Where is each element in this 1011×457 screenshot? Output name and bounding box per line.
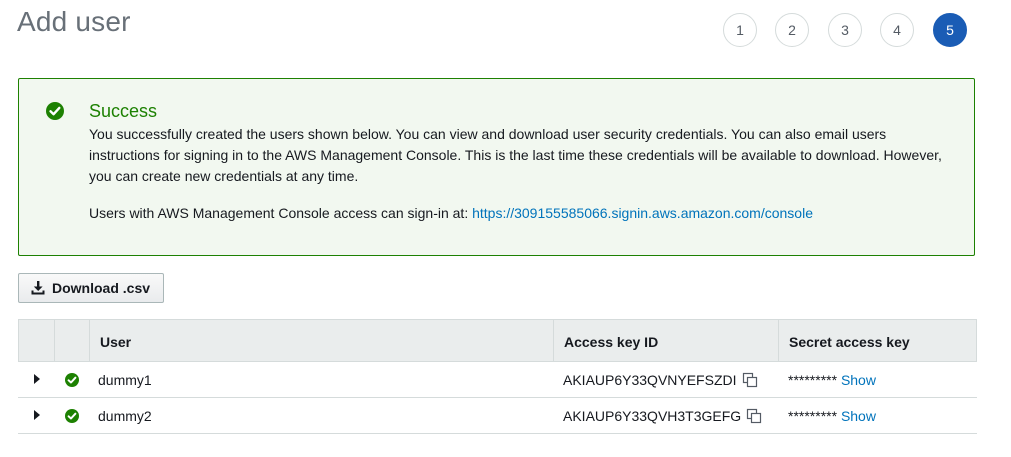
access-key-id: AKIAUP6Y33QVH3T3GEFG — [563, 408, 742, 424]
success-check-icon — [65, 409, 79, 423]
step-3[interactable]: 3 — [828, 13, 862, 47]
secret-access-key-cell: ********* Show — [788, 362, 876, 397]
alert-message: You successfully created the users shown… — [89, 126, 942, 184]
copy-icon[interactable] — [746, 408, 762, 424]
users-table: User Access key ID Secret access key dum… — [18, 319, 977, 434]
table-header: User Access key ID Secret access key — [18, 319, 977, 362]
secret-access-key-masked: ********* — [788, 372, 838, 388]
table-row: dummy2 AKIAUP6Y33QVH3T3GEFG ********* Sh… — [18, 398, 977, 434]
secret-access-key-cell: ********* Show — [788, 398, 876, 433]
success-alert: Success You successfully created the use… — [18, 78, 975, 256]
step-1[interactable]: 1 — [723, 13, 757, 47]
access-key-id: AKIAUP6Y33QVNYEFSZDI — [563, 372, 737, 388]
show-secret-link[interactable]: Show — [841, 408, 876, 424]
download-csv-button[interactable]: Download .csv — [18, 273, 164, 303]
step-5-current[interactable]: 5 — [933, 13, 967, 47]
download-label: Download .csv — [52, 280, 151, 296]
user-name: dummy1 — [98, 372, 152, 388]
show-secret-link[interactable]: Show — [841, 372, 876, 388]
column-header-secret-access-key[interactable]: Secret access key — [778, 320, 976, 361]
user-name: dummy2 — [98, 408, 152, 424]
caret-right-icon[interactable] — [34, 374, 40, 384]
success-check-icon — [46, 102, 64, 120]
signin-prefix: Users with AWS Management Console access… — [89, 205, 473, 221]
column-header-status — [54, 320, 89, 361]
column-header-expand — [19, 320, 54, 361]
download-icon — [31, 281, 45, 295]
signin-info: Users with AWS Management Console access… — [89, 203, 813, 224]
step-2[interactable]: 2 — [775, 13, 809, 47]
secret-access-key-masked: ********* — [788, 408, 838, 424]
step-4[interactable]: 4 — [880, 13, 914, 47]
success-check-icon — [65, 373, 79, 387]
copy-icon[interactable] — [742, 372, 758, 388]
alert-title: Success — [89, 101, 158, 121]
caret-right-icon[interactable] — [34, 410, 40, 420]
column-header-access-key-id[interactable]: Access key ID — [553, 320, 778, 361]
column-header-user[interactable]: User — [89, 320, 553, 361]
table-row: dummy1 AKIAUP6Y33QVNYEFSZDI ********* Sh… — [18, 362, 977, 398]
page-title: Add user — [17, 6, 131, 37]
console-signin-link[interactable]: https://309155585066.signin.aws.amazon.c… — [472, 205, 813, 221]
